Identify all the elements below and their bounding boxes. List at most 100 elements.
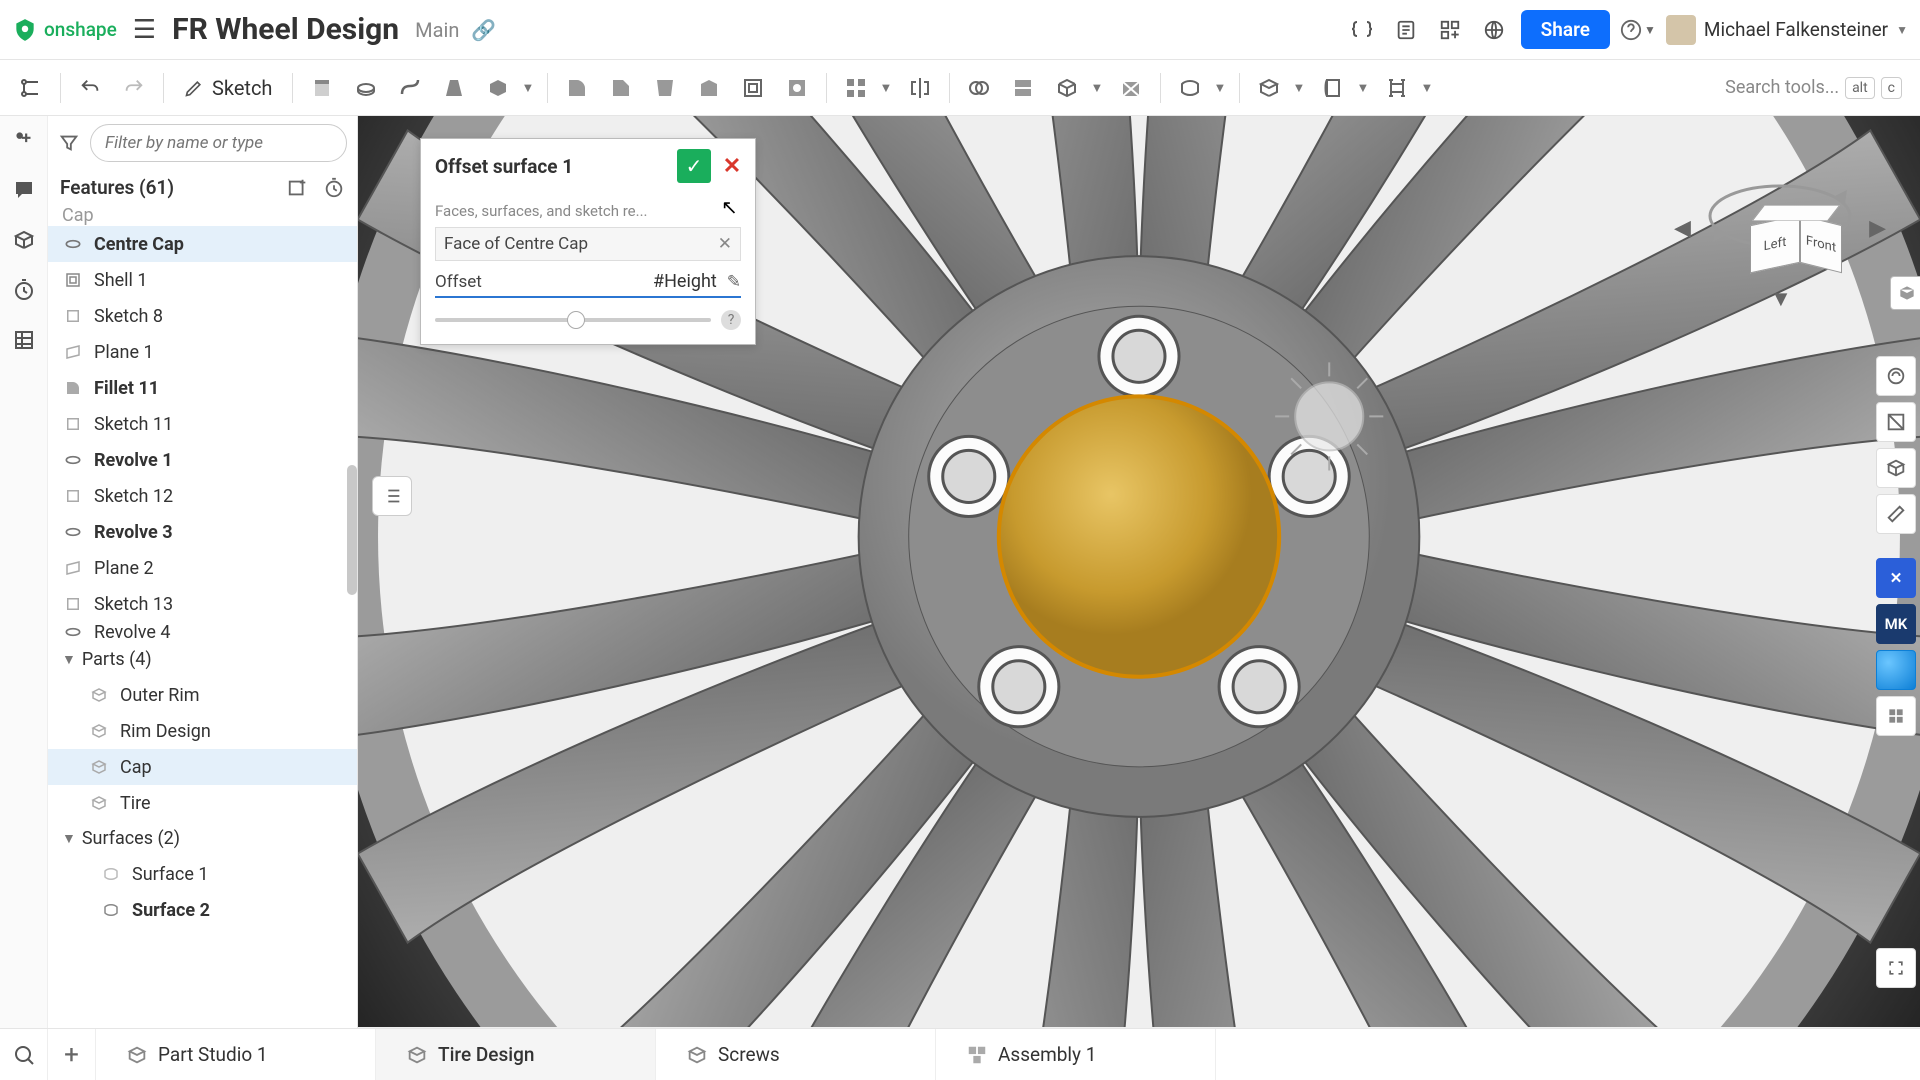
list-item[interactable]: Surface 2: [48, 892, 357, 928]
transform-icon[interactable]: [1046, 67, 1088, 109]
list-item[interactable]: Fillet 11: [48, 370, 357, 406]
braces-icon[interactable]: [1345, 13, 1379, 47]
timer-icon[interactable]: [8, 274, 40, 306]
bom-icon[interactable]: [8, 324, 40, 356]
cancel-button[interactable]: ✕: [717, 149, 747, 183]
split-icon[interactable]: [1002, 67, 1044, 109]
offset-slider[interactable]: [435, 318, 711, 322]
feature-tree-icon[interactable]: [8, 60, 52, 115]
selection-chip[interactable]: Face of Centre Cap ✕: [435, 227, 741, 261]
document-title[interactable]: FR Wheel Design: [172, 12, 399, 47]
shell-icon[interactable]: [732, 67, 774, 109]
branch-label[interactable]: Main: [415, 18, 459, 42]
notes-icon[interactable]: [1389, 13, 1423, 47]
list-item[interactable]: Centre Cap: [48, 226, 357, 262]
comment-icon[interactable]: [8, 174, 40, 206]
package-icon[interactable]: [8, 224, 40, 256]
redo-button[interactable]: [113, 67, 155, 109]
scrollbar[interactable]: [347, 465, 357, 595]
dropdown-icon[interactable]: ▼: [879, 80, 897, 96]
list-item[interactable]: Plane 2: [48, 550, 357, 586]
offset-value[interactable]: #Height: [653, 271, 717, 292]
apps-icon[interactable]: [1433, 13, 1467, 47]
graphics-viewport[interactable]: Offset surface 1 ✓ ✕ Faces, surfaces, an…: [358, 116, 1920, 1028]
list-item[interactable]: Sketch 11: [48, 406, 357, 442]
confirm-button[interactable]: ✓: [677, 149, 711, 183]
ext-globe-icon[interactable]: [1876, 650, 1916, 690]
dropdown-icon[interactable]: ▼: [1213, 80, 1231, 96]
list-item[interactable]: Cap: [48, 205, 357, 226]
revolve-icon[interactable]: [345, 67, 387, 109]
tab-list-icon[interactable]: [0, 1029, 48, 1080]
tab-assembly-1[interactable]: Assembly 1: [936, 1029, 1216, 1080]
rib-icon[interactable]: [688, 67, 730, 109]
list-item[interactable]: Shell 1: [48, 262, 357, 298]
remove-selection-icon[interactable]: ✕: [718, 234, 732, 254]
help-button[interactable]: ▼: [1620, 19, 1656, 41]
boolean-icon[interactable]: [958, 67, 1000, 109]
tab-part-studio-1[interactable]: Part Studio 1: [96, 1029, 376, 1080]
tab-screws[interactable]: Screws: [656, 1029, 936, 1080]
insert-icon[interactable]: [8, 124, 40, 156]
parts-heading[interactable]: ▼Parts (4): [48, 642, 357, 677]
add-feature-icon[interactable]: [287, 177, 309, 199]
arrow-left-icon[interactable]: ◀: [1674, 216, 1691, 241]
brand-logo[interactable]: onshape: [12, 17, 117, 43]
draft-icon[interactable]: [644, 67, 686, 109]
dropdown-icon[interactable]: ▼: [1356, 80, 1374, 96]
ext-more-icon[interactable]: [1876, 696, 1916, 736]
slider-thumb[interactable]: [567, 311, 585, 329]
thicken-icon[interactable]: [477, 67, 519, 109]
list-item[interactable]: Revolve 3: [48, 514, 357, 550]
view-cube[interactable]: Left Front: [1750, 206, 1830, 276]
arrow-right-icon[interactable]: ▶: [1869, 216, 1886, 241]
view-menu-icon[interactable]: [1890, 276, 1920, 310]
expand-icon[interactable]: [1876, 948, 1916, 988]
pattern-icon[interactable]: [835, 67, 877, 109]
fillet-icon[interactable]: [556, 67, 598, 109]
loft-icon[interactable]: [433, 67, 475, 109]
list-item[interactable]: Rim Design: [48, 713, 357, 749]
dropdown-icon[interactable]: ▼: [1292, 80, 1310, 96]
mirror-icon[interactable]: [899, 67, 941, 109]
search-tools[interactable]: Search tools... alt c: [1715, 77, 1912, 99]
list-item[interactable]: Sketch 13: [48, 586, 357, 622]
list-item[interactable]: Sketch 12: [48, 478, 357, 514]
add-tab-button[interactable]: +: [48, 1029, 96, 1080]
list-item[interactable]: Plane 1: [48, 334, 357, 370]
surface-icon[interactable]: [1169, 67, 1211, 109]
chamfer-icon[interactable]: [600, 67, 642, 109]
list-toggle-icon[interactable]: [372, 476, 412, 516]
list-item[interactable]: Outer Rim: [48, 677, 357, 713]
list-item[interactable]: Revolve 1: [48, 442, 357, 478]
measure-icon[interactable]: [1876, 494, 1916, 534]
list-item[interactable]: Revolve 4: [48, 622, 357, 642]
rollback-icon[interactable]: [323, 177, 345, 199]
dropdown-icon[interactable]: ▼: [1090, 80, 1108, 96]
plane-icon[interactable]: [1248, 67, 1290, 109]
undo-button[interactable]: [69, 67, 111, 109]
link-icon[interactable]: 🔗: [471, 18, 496, 42]
ext-blue-icon[interactable]: ✕: [1876, 558, 1916, 598]
dropdown-icon[interactable]: ▼: [1420, 80, 1438, 96]
list-item[interactable]: Surface 1: [48, 856, 357, 892]
dropdown-icon[interactable]: ▼: [521, 80, 539, 96]
hole-icon[interactable]: [776, 67, 818, 109]
delete-icon[interactable]: [1110, 67, 1152, 109]
appearance-icon[interactable]: [1876, 356, 1916, 396]
section-icon[interactable]: [1876, 402, 1916, 442]
sketch-button[interactable]: Sketch: [172, 76, 284, 100]
share-button[interactable]: Share: [1521, 10, 1610, 49]
list-item[interactable]: Tire: [48, 785, 357, 821]
list-item[interactable]: Cap: [48, 749, 357, 785]
hamburger-icon[interactable]: ☰: [127, 15, 162, 45]
isometric-icon[interactable]: [1876, 448, 1916, 488]
arrow-down-icon[interactable]: ▼: [1770, 286, 1792, 312]
surfaces-heading[interactable]: ▼Surfaces (2): [48, 821, 357, 856]
tab-tire-design[interactable]: Tire Design: [376, 1029, 656, 1080]
extrude-icon[interactable]: [301, 67, 343, 109]
globe-icon[interactable]: [1477, 13, 1511, 47]
view-orientation[interactable]: Left Front ◀ ▶ ▼: [1680, 136, 1880, 336]
list-item[interactable]: Sketch 8: [48, 298, 357, 334]
edit-icon[interactable]: ✎: [727, 272, 741, 292]
